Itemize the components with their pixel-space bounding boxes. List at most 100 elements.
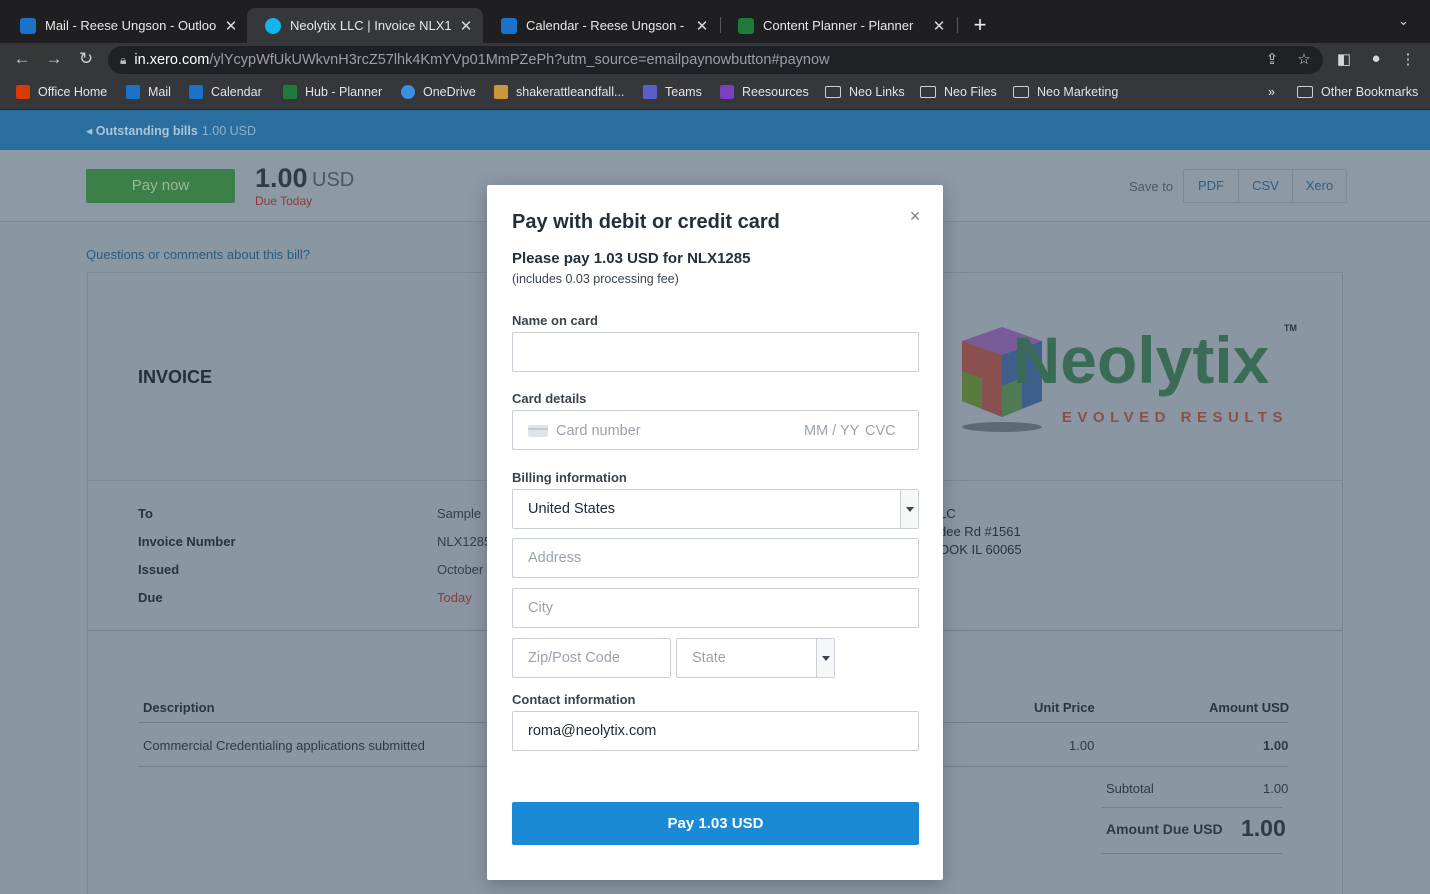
from-address-line: dee Rd #1561 — [939, 524, 1021, 539]
breadcrumb-amount: 1.00 USD — [201, 124, 257, 138]
close-icon[interactable]: ✕ — [224, 17, 238, 35]
to-value: Sample — [437, 506, 482, 521]
pay-button[interactable]: Pay 1.03 USD — [512, 802, 919, 845]
due-value: Today — [437, 590, 472, 605]
bookmark-calendar[interactable]: Calendar — [189, 85, 262, 99]
amount-due-label: Amount Due USD — [1106, 821, 1223, 837]
card-details-field[interactable]: Card number MM / YY CVC — [512, 410, 919, 450]
forward-arrow-icon[interactable]: → — [43, 49, 65, 69]
zip-input[interactable] — [512, 638, 671, 678]
export-button-group: PDF CSV Xero — [1183, 169, 1347, 203]
bookmark-onedrive[interactable]: OneDrive — [401, 85, 476, 99]
tab-invoice[interactable]: Neolytix LLC | Invoice NLX1285 ✕ — [247, 8, 483, 43]
bookmark-label: Reesources — [742, 85, 809, 99]
subtotal-divider — [1101, 807, 1282, 808]
new-tab-plus-icon[interactable]: + — [968, 12, 992, 38]
invoice-number-value: NLX1285 — [437, 534, 492, 549]
questions-link[interactable]: Questions or comments about this bill? — [86, 247, 310, 262]
address-bar[interactable]: 🔒︎ in.xero.com/ylYcypWfUkUWkvnH3rcZ57lhk… — [108, 46, 1323, 74]
tab-search-chevron-icon[interactable]: ⌄ — [1398, 13, 1409, 29]
address-input[interactable] — [512, 538, 919, 578]
tab-planner[interactable]: Content Planner - Planner ✕ — [720, 8, 956, 43]
browser-toolbar: ← → ↻ 🔒︎ in.xero.com/ylYcypWfUkUWkvnH3rc… — [0, 43, 1430, 77]
state-select[interactable]: State — [676, 638, 835, 678]
bookmark-teams[interactable]: Teams — [643, 85, 702, 99]
profile-avatar-icon[interactable]: ● — [1366, 50, 1386, 67]
close-icon[interactable]: ✕ — [459, 17, 473, 35]
dropdown-arrow-icon[interactable] — [816, 639, 834, 677]
from-address-line: OOK IL 60065 — [939, 542, 1022, 557]
city-input[interactable] — [512, 588, 919, 628]
card-details-label: Card details — [512, 391, 587, 406]
save-to-label: Save to — [1129, 179, 1174, 194]
export-csv-button[interactable]: CSV — [1238, 170, 1292, 202]
subtotal-value: 1.00 — [1263, 781, 1289, 796]
card-number-placeholder[interactable]: Card number — [556, 423, 641, 439]
close-icon[interactable]: ✕ — [695, 17, 709, 35]
bookmark-label: Neo Links — [849, 85, 905, 99]
pay-now-button[interactable]: Pay now — [86, 169, 235, 203]
svg-text:Neolytix: Neolytix — [1013, 323, 1270, 397]
modal-title: Pay with debit or credit card — [512, 211, 780, 233]
svg-text:TM: TM — [1284, 323, 1297, 333]
bookmark-label: Mail — [148, 85, 171, 99]
due-label: Due — [138, 590, 163, 605]
browser-tab-bar: Mail - Reese Ungson - Outlook ✕ Neolytix… — [0, 0, 1430, 43]
teams-icon — [643, 85, 657, 99]
card-expiry-placeholder[interactable]: MM / YY — [804, 423, 859, 439]
contact-information-label: Contact information — [512, 692, 636, 707]
planner-icon — [283, 85, 297, 99]
company-logo: Neolytix EVOLVED RESULTS TM — [956, 305, 1301, 435]
dropdown-arrow-icon[interactable] — [900, 490, 918, 528]
bookmark-neo-files[interactable]: Neo Files — [920, 85, 997, 99]
bookmarks-overflow-icon[interactable]: » — [1268, 85, 1275, 99]
export-pdf-button[interactable]: PDF — [1184, 170, 1238, 202]
star-icon[interactable]: ☆ — [1294, 50, 1314, 68]
tab-calendar[interactable]: Calendar - Reese Ungson - Ou ✕ — [483, 8, 719, 43]
outlook-icon — [126, 85, 140, 99]
unit-price-header: Unit Price — [1034, 700, 1095, 715]
side-panel-icon[interactable]: ◧ — [1334, 50, 1354, 68]
bookmark-other[interactable]: Other Bookmarks — [1297, 85, 1418, 99]
bookmark-neo-marketing[interactable]: Neo Marketing — [1013, 85, 1118, 99]
bookmark-office-home[interactable]: Office Home — [16, 85, 107, 99]
card-cvc-placeholder[interactable]: CVC — [865, 423, 896, 439]
tab-mail[interactable]: Mail - Reese Ungson - Outlook ✕ — [2, 8, 248, 43]
url-path: /ylYcypWfUkUWkvnH3rcZ57lhk4KmYVp01MmPZeP… — [209, 52, 830, 68]
planner-icon — [738, 17, 754, 34]
folder-icon — [1013, 86, 1029, 98]
description-header: Description — [143, 700, 215, 715]
to-label: To — [138, 506, 153, 521]
country-select[interactable]: United States — [512, 489, 919, 529]
tab-title: Content Planner - Planner — [763, 18, 914, 33]
back-arrow-icon[interactable]: ← — [11, 49, 33, 69]
breadcrumb[interactable]: ◂ Outstanding bills 1.00 USD — [86, 123, 256, 138]
export-xero-button[interactable]: Xero — [1292, 170, 1346, 202]
issued-label: Issued — [138, 562, 180, 577]
billing-information-label: Billing information — [512, 470, 627, 485]
bookmark-reesources[interactable]: Reesources — [720, 85, 809, 99]
close-icon[interactable]: ✕ — [932, 17, 946, 35]
table-row-unit-price: 1.00 — [1069, 738, 1095, 753]
folder-icon — [825, 86, 841, 98]
bookmarks-bar: Office Home Mail Calendar Hub - Planner … — [0, 77, 1430, 110]
pay-amount-line: Please pay 1.03 USD for NLX1285 — [512, 250, 751, 267]
bookmark-hub-planner[interactable]: Hub - Planner — [283, 85, 382, 99]
total-divider — [1101, 853, 1282, 854]
menu-kebab-icon[interactable]: ⋮ — [1398, 50, 1418, 68]
reload-icon[interactable]: ↻ — [75, 49, 97, 69]
bookmark-label: Office Home — [38, 85, 108, 99]
table-row-amount: 1.00 — [1263, 738, 1289, 753]
outlook-icon — [20, 17, 36, 34]
bookmark-label: Neo Files — [944, 85, 997, 99]
bookmark-neo-links[interactable]: Neo Links — [825, 85, 905, 99]
close-icon[interactable]: × — [905, 206, 925, 227]
onenote-icon — [720, 85, 734, 99]
email-input[interactable] — [512, 711, 919, 751]
name-on-card-input[interactable] — [512, 332, 919, 372]
folder-icon — [920, 86, 936, 98]
bookmark-mail[interactable]: Mail — [126, 85, 171, 99]
share-icon[interactable]: ⇪ — [1262, 50, 1282, 68]
table-row-description: Commercial Credentialing applications su… — [143, 738, 425, 753]
bookmark-shakerattle[interactable]: shakerattleandfall... — [494, 85, 624, 99]
